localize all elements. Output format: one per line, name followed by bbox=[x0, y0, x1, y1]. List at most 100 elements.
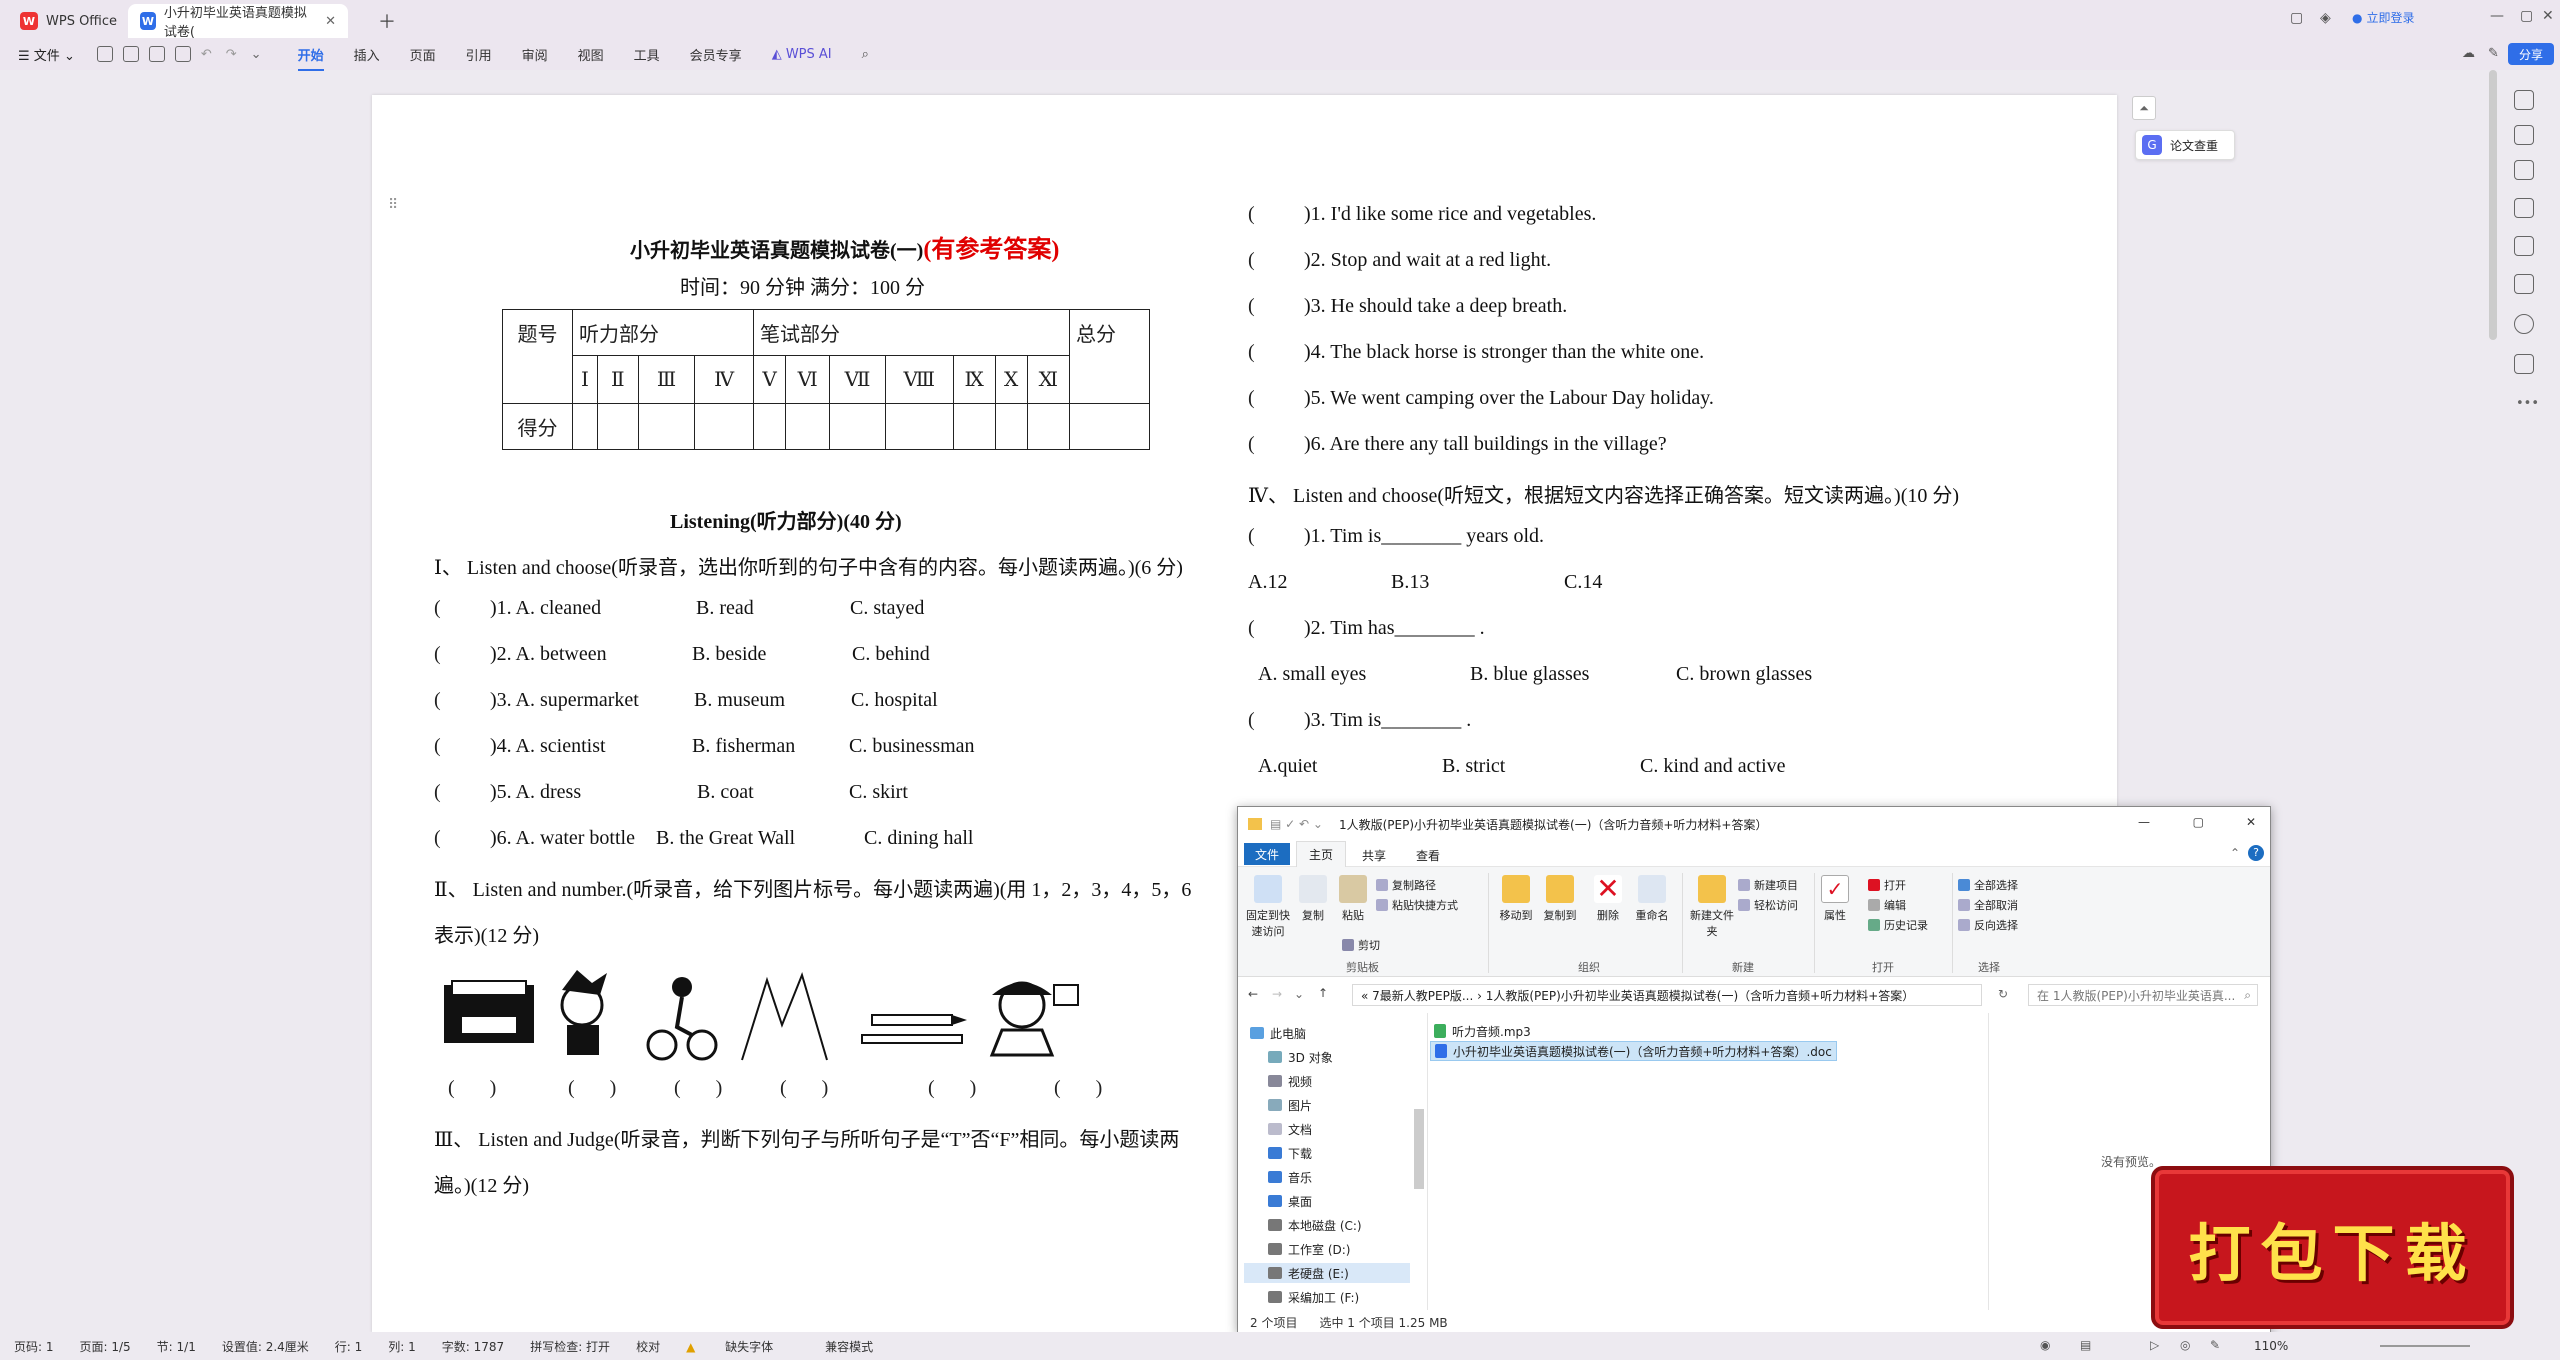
export-icon[interactable] bbox=[122, 46, 139, 62]
forward-icon[interactable]: → bbox=[1272, 987, 1282, 1001]
answer-paren[interactable]: ( bbox=[1248, 295, 1255, 318]
nav-item-drive-f[interactable]: 采编加工 (F:) bbox=[1268, 1287, 1359, 1307]
cloud-icon[interactable]: ☁ bbox=[2462, 46, 2475, 61]
nav-item-pictures[interactable]: 图片 bbox=[1268, 1095, 1312, 1115]
answer-paren[interactable]: ( ) bbox=[448, 1077, 496, 1100]
status-proofread[interactable]: 校对 bbox=[636, 1338, 660, 1355]
more-icon[interactable]: ⌄ bbox=[251, 47, 262, 62]
delete-button[interactable]: ✕ 删除 bbox=[1586, 875, 1630, 923]
answer-paren[interactable]: ( bbox=[1248, 433, 1255, 456]
eye-icon[interactable]: ◉ bbox=[2040, 1338, 2050, 1352]
answer-paren[interactable]: ( bbox=[1248, 709, 1255, 732]
new-item-button[interactable]: 新建项目 bbox=[1738, 877, 1798, 893]
redo-icon[interactable]: ↷ bbox=[226, 47, 237, 62]
answer-paren[interactable]: ( bbox=[434, 827, 441, 850]
answer-paren[interactable]: ( bbox=[1248, 249, 1255, 272]
tab-member[interactable]: 会员专享 bbox=[690, 45, 742, 64]
easy-access-button[interactable]: 轻松访问 bbox=[1738, 897, 1798, 913]
collapse-icon[interactable] bbox=[2514, 90, 2534, 110]
tab-share[interactable]: 共享 bbox=[1362, 847, 1386, 864]
tab-reference[interactable]: 引用 bbox=[466, 45, 492, 64]
rename-button[interactable]: 重命名 bbox=[1630, 875, 1674, 923]
tab-review[interactable]: 审阅 bbox=[522, 45, 548, 64]
invert-selection-button[interactable]: 反向选择 bbox=[1958, 917, 2018, 933]
nav-item-desktop[interactable]: 桌面 bbox=[1268, 1191, 1312, 1211]
answer-paren[interactable]: ( bbox=[434, 643, 441, 666]
answer-paren[interactable]: ( ) bbox=[568, 1077, 616, 1100]
thesis-check-button[interactable]: G 论文查重 bbox=[2135, 130, 2235, 160]
up-icon[interactable]: ↑ bbox=[1318, 986, 1328, 1000]
cube-icon[interactable]: ◈ bbox=[2320, 10, 2331, 26]
outline-icon[interactable] bbox=[2514, 198, 2534, 218]
save-icon[interactable] bbox=[96, 46, 113, 62]
pen-view-icon[interactable]: ✎ bbox=[2210, 1338, 2220, 1352]
maximize-icon[interactable]: ▢ bbox=[2520, 8, 2533, 24]
tab-home[interactable]: 主页 bbox=[1296, 841, 1346, 867]
share-button[interactable]: 分享 bbox=[2508, 43, 2554, 65]
select-all-button[interactable]: 全部选择 bbox=[1958, 877, 2018, 893]
cut-button[interactable]: 剪切 bbox=[1342, 937, 1380, 953]
answer-paren[interactable]: ( bbox=[1248, 387, 1255, 410]
web-view-icon[interactable]: ◎ bbox=[2180, 1338, 2190, 1352]
nav-item-downloads[interactable]: 下载 bbox=[1268, 1143, 1312, 1163]
close-icon[interactable]: ✕ bbox=[2246, 815, 2256, 829]
status-wordcount[interactable]: 字数: 1787 bbox=[442, 1338, 504, 1355]
nav-item-this-pc[interactable]: 此电脑 bbox=[1250, 1023, 1306, 1043]
answer-paren[interactable]: ( ) bbox=[928, 1077, 976, 1100]
select-none-button[interactable]: 全部取消 bbox=[1958, 897, 2018, 913]
minimize-icon[interactable]: — bbox=[2490, 8, 2504, 24]
tab-page[interactable]: 页面 bbox=[410, 45, 436, 64]
pin-quick-access-button[interactable]: 固定到快速访问 bbox=[1242, 875, 1294, 939]
history-button[interactable]: 历史记录 bbox=[1868, 917, 1928, 933]
answer-paren[interactable]: ( bbox=[1248, 203, 1255, 226]
address-input[interactable]: « 7最新人教PEP版... › 1人教版(PEP)小升初毕业英语真题模拟试卷(… bbox=[1352, 984, 1982, 1006]
help-icon[interactable]: ? bbox=[2248, 845, 2264, 861]
answer-paren[interactable]: ( bbox=[1248, 617, 1255, 640]
play-icon[interactable]: ▷ bbox=[2150, 1338, 2159, 1352]
search-icon[interactable]: ⌕ bbox=[862, 47, 869, 62]
panel-toggle-icon[interactable]: ⏶ bbox=[2132, 96, 2156, 120]
pen-icon[interactable] bbox=[2514, 125, 2534, 145]
answer-paren[interactable]: ( bbox=[434, 597, 441, 620]
quick-access-icons[interactable]: ▤ ✓ ↶ ⌄ bbox=[1270, 817, 1323, 831]
answer-paren[interactable]: ( bbox=[434, 735, 441, 758]
status-spellcheck[interactable]: 拼写检查: 打开 bbox=[530, 1338, 610, 1355]
answer-paren[interactable]: ( ) bbox=[1054, 1077, 1102, 1100]
back-icon[interactable]: ← bbox=[1248, 987, 1258, 1001]
nav-item-drive-c[interactable]: 本地磁盘 (C:) bbox=[1268, 1215, 1362, 1235]
print-icon[interactable] bbox=[148, 46, 165, 62]
file-menu[interactable]: ☰ 文件 ⌄ bbox=[18, 45, 75, 64]
search-input[interactable]: 在 1人教版(PEP)小升初毕业英语真... ⌕ bbox=[2028, 984, 2258, 1006]
copy-button[interactable]: 复制 bbox=[1298, 875, 1328, 923]
file-explorer-window[interactable]: ▤ ✓ ↶ ⌄ 1人教版(PEP)小升初毕业英语真题模拟试卷(一)（含听力音频+… bbox=[1237, 806, 2271, 1333]
status-page[interactable]: 页码: 1 bbox=[14, 1338, 54, 1355]
nav-item-3d[interactable]: 3D 对象 bbox=[1268, 1047, 1333, 1067]
collapse-ribbon-icon[interactable]: ⌃ bbox=[2230, 846, 2240, 860]
refresh-icon[interactable]: ↻ bbox=[1998, 987, 2008, 1001]
paste-shortcut-button[interactable]: 粘贴快捷方式 bbox=[1376, 897, 1458, 913]
answer-paren[interactable]: ( ) bbox=[674, 1077, 722, 1100]
status-missing-font[interactable]: ▲ 缺失字体 bbox=[686, 1338, 799, 1355]
status-row[interactable]: 行: 1 bbox=[335, 1338, 363, 1355]
clipboard-icon[interactable] bbox=[2514, 354, 2534, 374]
tab-wps-office[interactable]: W WPS Office bbox=[8, 4, 129, 38]
copy-path-button[interactable]: 复制路径 bbox=[1376, 877, 1436, 893]
file-item[interactable]: 听力音频.mp3 bbox=[1434, 1021, 1531, 1041]
more-options-icon[interactable]: ••• bbox=[2516, 396, 2539, 411]
drag-handle-icon[interactable]: ⠿ bbox=[388, 197, 398, 213]
tab-view[interactable]: 视图 bbox=[578, 45, 604, 64]
window-layout-icon[interactable]: ▢ bbox=[2290, 10, 2303, 26]
page-view-icon[interactable]: ▤ bbox=[2080, 1338, 2091, 1352]
nav-item-drive-e[interactable]: 老硬盘 (E:) bbox=[1244, 1263, 1410, 1283]
answer-paren[interactable]: ( bbox=[1248, 341, 1255, 364]
tab-file[interactable]: 文件 bbox=[1244, 843, 1290, 865]
zoom-level[interactable]: 110% bbox=[2254, 1339, 2288, 1353]
properties-button[interactable]: ✓ 属性 bbox=[1818, 875, 1852, 923]
nav-item-drive-d[interactable]: 工作室 (D:) bbox=[1268, 1239, 1350, 1259]
tab-insert[interactable]: 插入 bbox=[354, 45, 380, 64]
new-tab-icon[interactable]: ＋ bbox=[378, 8, 396, 34]
cursor-icon[interactable] bbox=[2514, 160, 2534, 180]
login-button[interactable]: ● 立即登录 bbox=[2352, 9, 2415, 26]
close-tab-icon[interactable]: ✕ bbox=[325, 14, 336, 29]
close-icon[interactable]: ✕ bbox=[2542, 8, 2554, 24]
